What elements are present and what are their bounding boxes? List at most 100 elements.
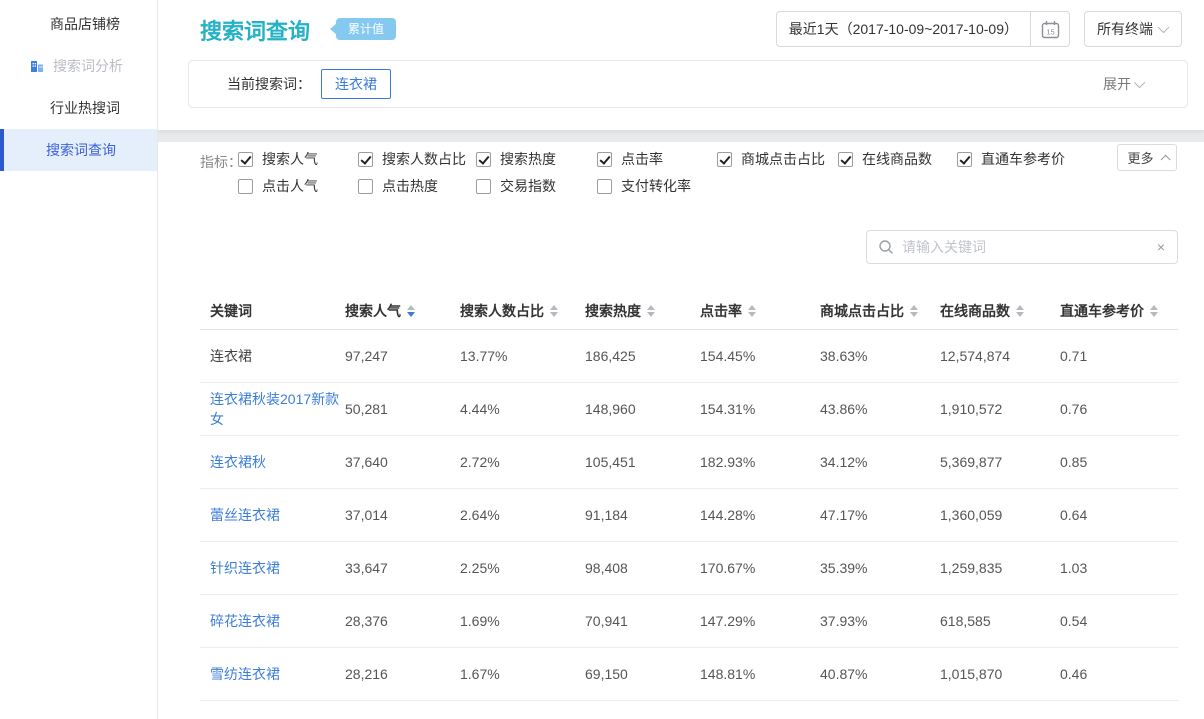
checkbox-unchecked-icon[interactable] — [238, 179, 253, 194]
sort-arrows-icon[interactable] — [748, 305, 756, 317]
value-cell: 170.67% — [700, 560, 820, 576]
metric-checkbox-label: 搜索人气 — [262, 149, 318, 169]
value-cell: 13.77% — [460, 348, 585, 364]
keyword-cell[interactable]: 针织连衣裙 — [200, 558, 345, 578]
current-search-term-bar: 当前搜索词： 连衣裙 展开 — [188, 60, 1188, 108]
table-row: 蕾丝连衣裙37,0142.64%91,184144.28%47.17%1,360… — [200, 489, 1178, 542]
metric-checkbox-r1-6[interactable]: 在线商品数 — [838, 149, 932, 169]
metric-checkbox-r2-1[interactable]: 点击人气 — [238, 176, 318, 196]
current-term-tag[interactable]: 连衣裙 — [321, 69, 391, 99]
table-row: 碎花连衣裙28,3761.69%70,941147.29%37.93%618,5… — [200, 595, 1178, 648]
value-cell: 186,425 — [585, 348, 700, 364]
sort-arrows-icon[interactable] — [550, 305, 558, 317]
checkbox-checked-icon[interactable] — [358, 152, 373, 167]
sidebar-item-industry-hot-words[interactable]: 行业热搜词 — [0, 87, 157, 129]
column-header-7[interactable]: 在线商品数 — [940, 301, 1060, 321]
chevron-down-icon — [1134, 77, 1145, 88]
date-range-picker[interactable]: 最近1天（2017-10-09~2017-10-09） 15 — [776, 11, 1070, 47]
more-metrics-button[interactable]: 更多 — [1117, 144, 1177, 171]
table-header-row: 关键词搜索人气搜索人数占比搜索热度点击率商城点击占比在线商品数直通车参考价 — [200, 292, 1178, 330]
checkbox-checked-icon[interactable] — [476, 152, 491, 167]
value-cell: 182.93% — [700, 454, 820, 470]
keyword-cell[interactable]: 连衣裙秋 — [200, 452, 345, 472]
sidebar: 商品店铺榜搜索词分析行业热搜词搜索词查询 — [0, 0, 158, 719]
value-cell: 618,585 — [940, 613, 1060, 629]
keyword-cell[interactable]: 碎花连衣裙 — [200, 611, 345, 631]
expand-toggle[interactable]: 展开 — [1103, 74, 1145, 94]
keyword-cell[interactable]: 雪纺连衣裙 — [200, 664, 345, 684]
value-cell: 0.46 — [1060, 666, 1178, 682]
checkbox-unchecked-icon[interactable] — [597, 179, 612, 194]
checkbox-checked-icon[interactable] — [838, 152, 853, 167]
top-right-controls: 最近1天（2017-10-09~2017-10-09） 15 所有终端 — [776, 11, 1182, 47]
sort-arrows-icon[interactable] — [647, 305, 655, 317]
sidebar-item-label: 搜索词查询 — [46, 140, 116, 160]
keyword-table: 关键词搜索人气搜索人数占比搜索热度点击率商城点击占比在线商品数直通车参考价 连衣… — [200, 292, 1178, 701]
sort-arrows-icon[interactable] — [1016, 305, 1024, 317]
keyword-cell[interactable]: 连衣裙秋装2017新款女 — [200, 389, 345, 429]
column-header-label: 搜索热度 — [585, 301, 641, 321]
checkbox-checked-icon[interactable] — [957, 152, 972, 167]
checkbox-checked-icon[interactable] — [238, 152, 253, 167]
value-cell: 1,015,870 — [940, 666, 1060, 682]
metric-checkbox-r1-3[interactable]: 搜索热度 — [476, 149, 556, 169]
table-row: 连衣裙97,24713.77%186,425154.45%38.63%12,57… — [200, 330, 1178, 383]
column-header-2[interactable]: 搜索人气 — [345, 301, 460, 321]
clear-search-icon[interactable]: × — [1157, 240, 1165, 254]
metrics-row-1: 搜索人气 搜索人数占比搜索热度 点击率 商城点击占比在线商品数 直通车参考价 — [158, 149, 1204, 171]
keyword-cell[interactable]: 蕾丝连衣裙 — [200, 505, 345, 525]
keyword-search-input[interactable] — [894, 239, 1157, 255]
metric-checkbox-r1-7[interactable]: 直通车参考价 — [957, 149, 1065, 169]
table-body: 连衣裙97,24713.77%186,425154.45%38.63%12,57… — [200, 330, 1178, 701]
value-cell: 98,408 — [585, 560, 700, 576]
sort-arrows-icon[interactable] — [407, 305, 415, 317]
terminal-select[interactable]: 所有终端 — [1084, 11, 1182, 47]
value-cell: 144.28% — [700, 507, 820, 523]
value-cell: 154.31% — [700, 401, 820, 417]
sort-arrows-icon[interactable] — [910, 305, 918, 317]
calendar-icon[interactable]: 15 — [1031, 20, 1069, 39]
value-cell: 28,216 — [345, 666, 460, 682]
column-header-8[interactable]: 直通车参考价 — [1060, 301, 1178, 321]
metric-checkbox-r1-5[interactable]: 商城点击占比 — [717, 149, 825, 169]
metric-checkbox-label: 直通车参考价 — [981, 149, 1065, 169]
value-cell: 1,910,572 — [940, 401, 1060, 417]
cumulative-value-badge: 累计值 — [336, 18, 396, 40]
sidebar-item-search-term-analysis[interactable]: 搜索词分析 — [0, 45, 157, 87]
value-cell: 69,150 — [585, 666, 700, 682]
metric-checkbox-r1-4[interactable]: 点击率 — [597, 149, 663, 169]
checkbox-checked-icon[interactable] — [717, 152, 732, 167]
value-cell: 40.87% — [820, 666, 940, 682]
column-header-5[interactable]: 点击率 — [700, 301, 820, 321]
sidebar-item-search-term-query[interactable]: 搜索词查询 — [0, 129, 157, 171]
value-cell: 105,451 — [585, 454, 700, 470]
metric-checkbox-r2-2[interactable]: 点击热度 — [358, 176, 438, 196]
value-cell: 28,376 — [345, 613, 460, 629]
value-cell: 70,941 — [585, 613, 700, 629]
terminal-select-value: 所有终端 — [1097, 19, 1153, 39]
checkbox-unchecked-icon[interactable] — [358, 179, 373, 194]
metric-checkbox-r2-4[interactable]: 支付转化率 — [597, 176, 691, 196]
column-header-label: 搜索人数占比 — [460, 301, 544, 321]
column-header-label: 在线商品数 — [940, 301, 1010, 321]
value-cell: 5,369,877 — [940, 454, 1060, 470]
checkbox-checked-icon[interactable] — [597, 152, 612, 167]
table-row: 针织连衣裙33,6472.25%98,408170.67%35.39%1,259… — [200, 542, 1178, 595]
expand-label: 展开 — [1103, 74, 1131, 94]
value-cell: 0.85 — [1060, 454, 1178, 470]
column-header-4[interactable]: 搜索热度 — [585, 301, 700, 321]
sidebar-item-label: 行业热搜词 — [50, 98, 120, 118]
value-cell: 91,184 — [585, 507, 700, 523]
sidebar-item-goods-shop-rank[interactable]: 商品店铺榜 — [0, 3, 157, 45]
metric-checkbox-r2-3[interactable]: 交易指数 — [476, 176, 556, 196]
value-cell: 33,647 — [345, 560, 460, 576]
column-header-3[interactable]: 搜索人数占比 — [460, 301, 585, 321]
metrics-row-2: 点击人气 点击热度 交易指数 支付转化率 — [158, 176, 1204, 198]
value-cell: 1,360,059 — [940, 507, 1060, 523]
top-panel: 搜索词查询 累计值 最近1天（2017-10-09~2017-10-09） 15… — [158, 0, 1204, 130]
metric-checkbox-r1-1[interactable]: 搜索人气 — [238, 149, 318, 169]
column-header-6[interactable]: 商城点击占比 — [820, 301, 940, 321]
checkbox-unchecked-icon[interactable] — [476, 179, 491, 194]
metric-checkbox-r1-2[interactable]: 搜索人数占比 — [358, 149, 466, 169]
sort-arrows-icon[interactable] — [1150, 305, 1158, 317]
